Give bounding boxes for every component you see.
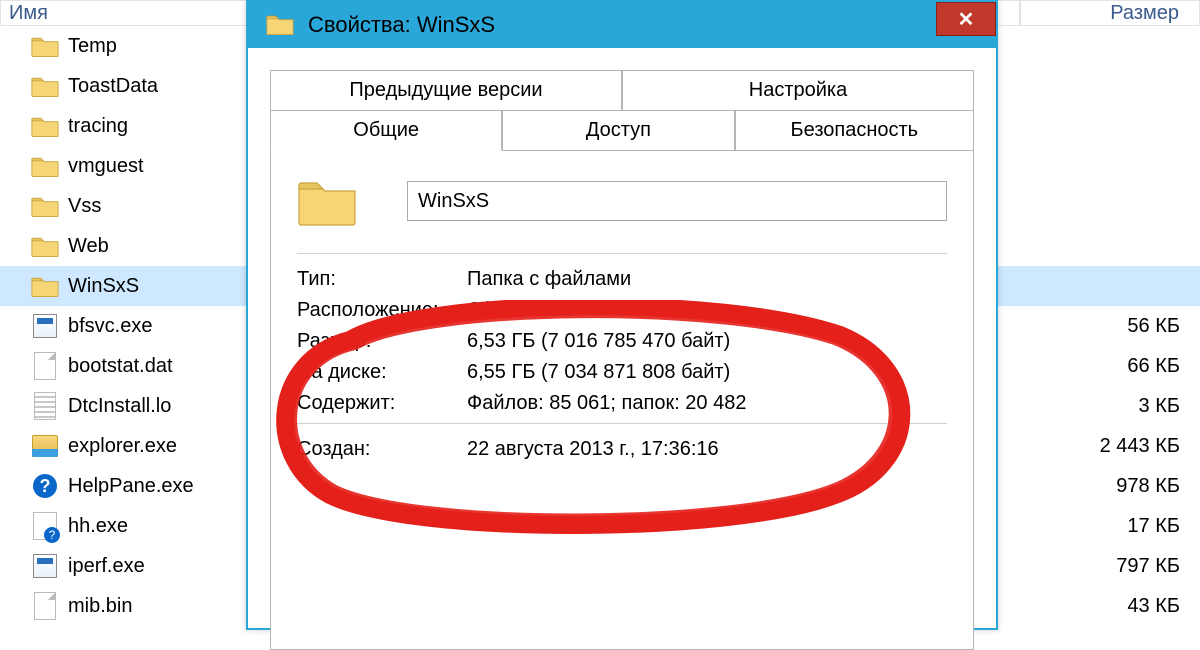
tab-previous-versions[interactable]: Предыдущие версии: [270, 70, 622, 111]
file-size: 43 КБ: [1040, 595, 1200, 618]
file-name: Vss: [68, 195, 101, 218]
file-size: 2 443 КБ: [1040, 435, 1200, 458]
file-size: 17 КБ: [1040, 515, 1200, 538]
value-created: 22 августа 2013 г., 17:36:16: [467, 438, 947, 461]
file-size: 66 КБ: [1040, 355, 1200, 378]
file-name: Web: [68, 235, 109, 258]
label-location: Расположение:: [297, 299, 467, 322]
folder-icon: [30, 271, 60, 301]
file-name: ToastData: [68, 75, 158, 98]
hh-icon: [30, 511, 60, 541]
label-type: Тип:: [297, 268, 467, 291]
generic-icon: [30, 351, 60, 381]
dialog-title: Свойства: WinSxS: [308, 12, 495, 38]
folder-icon: [266, 12, 296, 38]
file-name: Temp: [68, 35, 117, 58]
close-button[interactable]: ✕: [936, 2, 996, 36]
text-icon: [30, 391, 60, 421]
tab-panel-general: Тип:Папка с файлами Расположение:C:\Wind…: [270, 150, 974, 650]
tab-customize[interactable]: Настройка: [622, 70, 974, 111]
file-name: DtcInstall.lo: [68, 395, 171, 418]
folder-icon: [30, 231, 60, 261]
folder-large-icon: [297, 175, 357, 227]
tab-sharing[interactable]: Доступ: [502, 110, 734, 151]
file-name: bfsvc.exe: [68, 315, 152, 338]
label-contains: Содержит:: [297, 392, 467, 415]
tab-general[interactable]: Общие: [270, 110, 502, 151]
value-size: 6,53 ГБ (7 016 785 470 байт): [467, 330, 947, 353]
file-name: HelpPane.exe: [68, 475, 194, 498]
value-location: C:\Windows: [467, 299, 947, 322]
tab-security[interactable]: Безопасность: [735, 110, 974, 151]
file-name: hh.exe: [68, 515, 128, 538]
app-icon: [30, 551, 60, 581]
file-size: 3 КБ: [1040, 395, 1200, 418]
generic-icon: [30, 591, 60, 621]
folder-icon: [30, 111, 60, 141]
value-size-on-disk: 6,55 ГБ (7 034 871 808 байт): [467, 361, 947, 384]
file-size: 797 КБ: [1040, 555, 1200, 578]
explorer-icon: [30, 431, 60, 461]
app-icon: [30, 311, 60, 341]
label-created: Создан:: [297, 438, 467, 461]
titlebar[interactable]: Свойства: WinSxS ✕: [248, 2, 996, 48]
file-size: 56 КБ: [1040, 315, 1200, 338]
folder-icon: [30, 31, 60, 61]
close-icon: ✕: [958, 7, 975, 32]
file-name: explorer.exe: [68, 435, 177, 458]
file-name: mib.bin: [68, 595, 132, 618]
properties-dialog: Свойства: WinSxS ✕ Предыдущие версии Нас…: [246, 0, 998, 630]
label-size: Размер:: [297, 330, 467, 353]
file-size: 978 КБ: [1040, 475, 1200, 498]
file-name: vmguest: [68, 155, 144, 178]
folder-icon: [30, 71, 60, 101]
file-name: WinSxS: [68, 275, 139, 298]
value-type: Папка с файлами: [467, 268, 947, 291]
value-contains: Файлов: 85 061; папок: 20 482: [467, 392, 947, 415]
folder-icon: [30, 191, 60, 221]
file-name: iperf.exe: [68, 555, 145, 578]
column-header-size[interactable]: Размер: [1020, 0, 1200, 26]
folder-name-input[interactable]: [407, 181, 947, 221]
help-icon: ?: [30, 471, 60, 501]
label-size-on-disk: На диске:: [297, 361, 467, 384]
file-name: bootstat.dat: [68, 355, 173, 378]
file-name: tracing: [68, 115, 128, 138]
folder-icon: [30, 151, 60, 181]
